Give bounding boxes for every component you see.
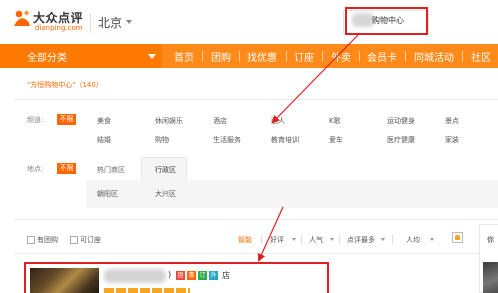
category-item-attractions[interactable]: 景点 bbox=[445, 116, 459, 126]
category-item-beauty[interactable]: 丽人 bbox=[271, 116, 285, 126]
category-item-shopping[interactable]: 购物 bbox=[155, 135, 169, 145]
sort-caret-icon[interactable] bbox=[292, 238, 296, 241]
chevron-down-icon[interactable] bbox=[126, 20, 132, 24]
nav-item-home[interactable]: 首页 bbox=[174, 49, 194, 64]
category-item-hotel[interactable]: 酒店 bbox=[213, 116, 227, 126]
area-tab-hot-districts[interactable]: 热门商区 bbox=[97, 165, 125, 175]
group-buy-checkbox-label[interactable]: 有团购 bbox=[37, 235, 58, 245]
category-item-ktv[interactable]: K歌 bbox=[329, 116, 341, 126]
area-all-tag[interactable]: 不限 bbox=[57, 163, 76, 174]
area-tab-admin-districts[interactable]: 行政区 bbox=[155, 165, 176, 175]
nav-item-membership-card[interactable]: 会员卡 bbox=[367, 49, 397, 64]
nav-divider bbox=[462, 51, 463, 62]
sort-smart[interactable]: 智能 bbox=[238, 235, 252, 245]
nav-divider bbox=[202, 51, 203, 62]
nav-item-group-buy[interactable]: 团购 bbox=[211, 49, 231, 64]
sort-popularity[interactable]: 人气 bbox=[309, 235, 323, 245]
chevron-down-icon[interactable] bbox=[148, 54, 156, 59]
category-filter-label: 频道: bbox=[27, 116, 44, 124]
category-item-life-services[interactable]: 生活服务 bbox=[213, 135, 241, 145]
sort-rating[interactable]: 好评 bbox=[270, 235, 284, 245]
sort-divider bbox=[392, 235, 393, 244]
nav-item-community[interactable]: 社区 bbox=[471, 49, 491, 64]
nav-item-takeout[interactable]: 外卖 bbox=[331, 49, 351, 64]
divider bbox=[14, 253, 484, 254]
area-district-panel bbox=[86, 180, 498, 208]
sort-divider bbox=[261, 235, 262, 244]
nav-divider bbox=[286, 51, 287, 62]
sort-avg-price[interactable]: 人均 bbox=[406, 235, 420, 245]
area-filter-label: 地点: bbox=[27, 165, 44, 173]
nav-item-deals[interactable]: 找优惠 bbox=[247, 49, 277, 64]
city-selector[interactable]: 北京 bbox=[98, 14, 122, 31]
logo-domain: dianping.com bbox=[35, 24, 83, 32]
divider bbox=[14, 219, 498, 220]
nav-divider bbox=[322, 51, 323, 62]
sort-caret-icon[interactable] bbox=[381, 238, 385, 241]
side-panel-title: 你 bbox=[487, 236, 494, 244]
sort-most-reviews[interactable]: 点评最多 bbox=[347, 235, 375, 245]
district-chaoyang[interactable]: 朝阳区 bbox=[97, 189, 118, 199]
category-all-tag[interactable]: 不限 bbox=[57, 114, 76, 125]
sort-caret-icon[interactable] bbox=[430, 238, 434, 241]
reservable-checkbox[interactable] bbox=[70, 236, 78, 244]
listing-highlight-box bbox=[24, 262, 329, 293]
nav-divider bbox=[405, 51, 406, 62]
category-item-home-decor[interactable]: 家装 bbox=[445, 135, 459, 145]
map-view-icon[interactable] bbox=[452, 232, 463, 243]
category-item-education[interactable]: 教育培训 bbox=[271, 135, 299, 145]
nav-item-local-events[interactable]: 同城活动 bbox=[414, 49, 454, 64]
category-item-fitness[interactable]: 运动健身 bbox=[387, 116, 415, 126]
category-item-food[interactable]: 美食 bbox=[97, 116, 111, 126]
category-item-medical[interactable]: 医疗健康 bbox=[387, 135, 415, 145]
reservable-checkbox-label[interactable]: 可订座 bbox=[80, 235, 101, 245]
category-item-wedding[interactable]: 结婚 bbox=[97, 135, 111, 145]
category-item-cars[interactable]: 爱车 bbox=[329, 135, 343, 145]
sort-divider bbox=[301, 235, 302, 244]
nav-divider bbox=[359, 51, 360, 62]
header-divider bbox=[90, 13, 91, 33]
nav-item-reservation[interactable]: 订座 bbox=[294, 49, 314, 64]
all-categories-label[interactable]: 全部分类 bbox=[27, 49, 67, 64]
side-panel-image[interactable] bbox=[483, 262, 498, 293]
all-categories-menu[interactable] bbox=[0, 44, 162, 68]
category-item-leisure[interactable]: 休闲娱乐 bbox=[155, 116, 183, 126]
search-result-title: "方恒购物中心"（140） bbox=[27, 81, 103, 89]
group-buy-checkbox[interactable] bbox=[27, 236, 35, 244]
district-daxing[interactable]: 大兴区 bbox=[155, 189, 176, 199]
nav-divider bbox=[239, 51, 240, 62]
divider bbox=[14, 99, 498, 100]
dianping-logo-icon[interactable] bbox=[12, 8, 32, 28]
sort-caret-icon[interactable] bbox=[330, 238, 334, 241]
search-highlight-box bbox=[345, 7, 428, 35]
sort-divider bbox=[339, 235, 340, 244]
